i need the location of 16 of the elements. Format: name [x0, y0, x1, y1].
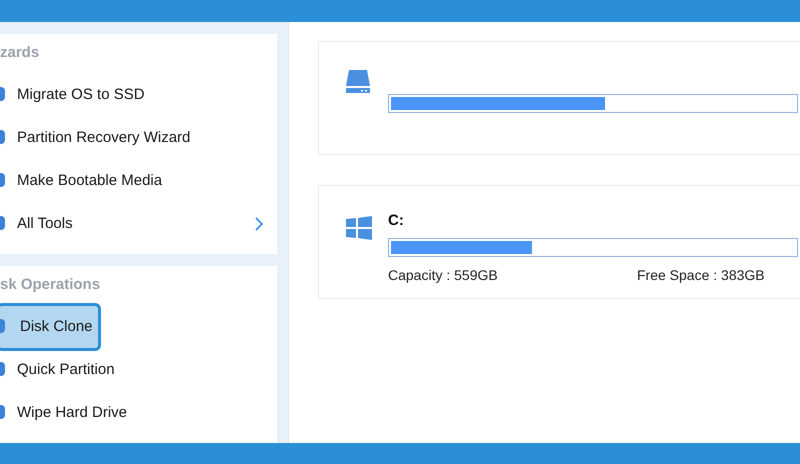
- sidebar-item[interactable]: Wipe Hard Drive: [17, 402, 128, 424]
- sidebar-item[interactable]: Migrate OS to SSD: [17, 84, 145, 106]
- hard-drive-icon: [345, 68, 373, 96]
- drive-label: C:: [388, 212, 404, 230]
- section-heading: zards: [0, 43, 40, 64]
- sidebar-item[interactable]: Make Bootable Media: [17, 170, 162, 192]
- windows-icon: [345, 214, 373, 242]
- free-space-text: Free Space : 383GB: [637, 266, 765, 285]
- sidebar-item[interactable]: Disk Clone: [0, 303, 101, 351]
- section-heading: sk Operations: [0, 275, 100, 296]
- sidebar-item[interactable]: All Tools: [17, 212, 73, 236]
- disk-card[interactable]: [318, 40, 800, 154]
- disk-card[interactable]: C: Capacity : 559GB Free Space : 383GB: [318, 184, 800, 298]
- sidebar-item[interactable]: Quick Partition: [17, 358, 115, 382]
- sidebar-item[interactable]: Partition Recovery Wizard: [17, 126, 190, 150]
- capacity-text: Capacity : 559GB: [388, 266, 499, 285]
